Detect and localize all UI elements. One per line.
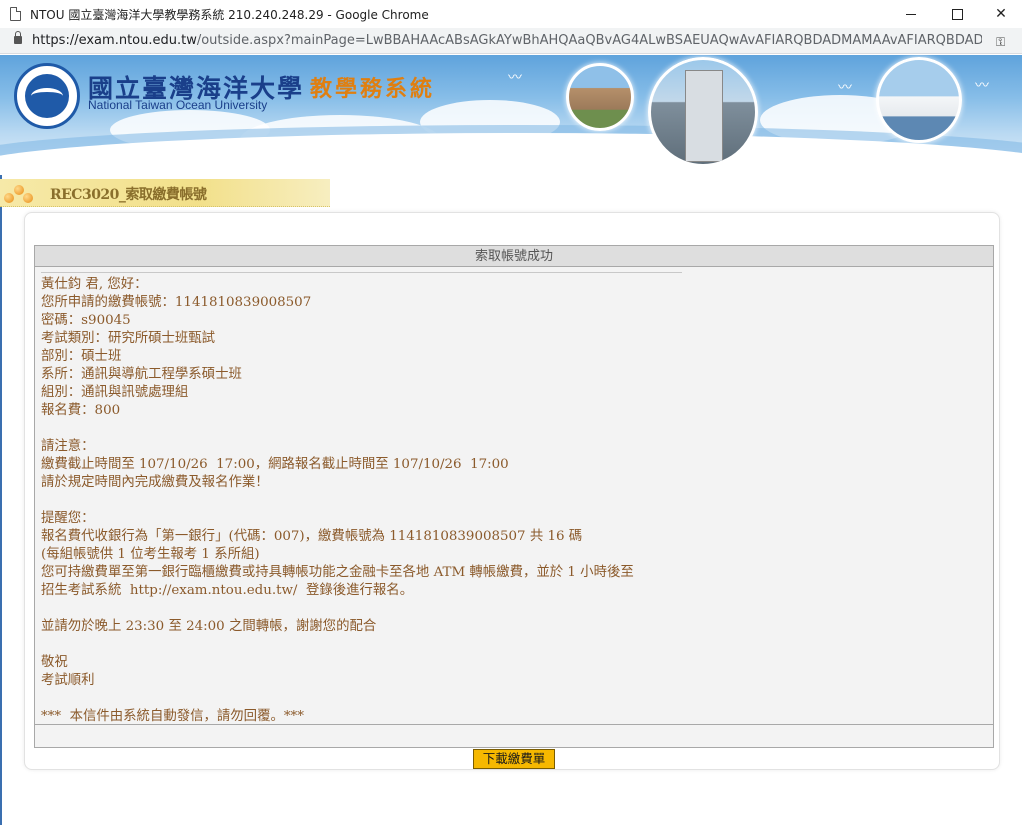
page: 國立臺灣海洋大學 National Taiwan Ocean Universit…: [0, 55, 1022, 825]
browser-title-bar: NTOU 國立臺灣海洋大學教學務系統 210.240.248.29 - Goog…: [0, 0, 1022, 28]
result-header: 索取帳號成功: [35, 246, 993, 267]
minimize-icon[interactable]: [888, 0, 934, 28]
message-line: 部別：碩士班: [41, 349, 122, 364]
message-line: 考試順利: [41, 673, 95, 688]
result-body: 黃仕鈞 君, 您好： 您所申請的繳費帳號：1141810839008507 密碼：s…: [35, 268, 993, 725]
message-line: 黃仕鈞 君, 您好：: [41, 277, 148, 292]
message-line: 招生考試系統 http://exam.ntou.edu.tw/ 登錄後進行報名。: [41, 583, 414, 598]
system-name: 教學務系統: [310, 76, 436, 102]
message-line: 敬祝: [41, 655, 68, 670]
url-path: /outside.aspx?mainPage=LwBBAHAAcABsAGkAY…: [196, 33, 982, 48]
page-title: REC3020_索取繳費帳號: [50, 187, 207, 203]
lock-icon[interactable]: [14, 31, 22, 44]
page-icon: [10, 7, 21, 21]
university-logo: [14, 63, 80, 129]
message-line: [41, 600, 701, 618]
window-title: NTOU 國立臺灣海洋大學教學務系統 210.240.248.29 - Goog…: [30, 8, 429, 22]
message-line: 組別：通訊與訊號處理組: [41, 385, 189, 400]
download-bill-button[interactable]: 下載繳費單: [473, 749, 555, 769]
address-bar[interactable]: https://exam.ntou.edu.tw/outside.aspx?ma…: [0, 28, 1022, 54]
message-line: 您所申請的繳費帳號：1141810839008507: [41, 295, 312, 310]
message-line: 您可持繳費單至第一銀行臨櫃繳費或持具轉帳功能之金融卡至各地 ATM 轉帳繳費，並…: [41, 565, 634, 580]
close-icon[interactable]: ✕: [978, 0, 1022, 28]
header-banner: 國立臺灣海洋大學 National Taiwan Ocean Universit…: [0, 55, 1022, 175]
message-line: 報名費代收銀行為「第一銀行」(代碼：007)，繳費帳號為 11418108390…: [41, 529, 583, 544]
message-line: *** 本信件由系統自動發信，請勿回覆。***: [41, 709, 304, 724]
message-line: [41, 636, 701, 654]
research-ship-photo: [876, 57, 962, 143]
url-host: https://exam.ntou.edu.tw: [32, 33, 197, 48]
message-line: 報名費：800: [41, 403, 121, 418]
message-line: [41, 420, 701, 438]
maximize-icon[interactable]: [934, 0, 980, 28]
campus-building-photo: [566, 63, 634, 131]
molecule-icon: [4, 183, 34, 205]
message-line: 考試類別：研究所碩士班甄試: [41, 331, 216, 346]
message-line: [41, 690, 701, 708]
message-line: 並請勿於晚上 23:30 至 24:00 之間轉帳，謝謝您的配合: [41, 619, 377, 634]
message-line: 繳費截止時間至 107/10/26 17:00，網路報名截止時間至 107/10…: [41, 457, 509, 472]
result-table: 索取帳號成功 黃仕鈞 君, 您好： 您所申請的繳費帳號：1141810839008…: [34, 245, 994, 748]
url-text[interactable]: https://exam.ntou.edu.tw/outside.aspx?ma…: [32, 33, 982, 48]
message-line: 密碼：s90045: [41, 313, 131, 328]
message-line: 請於規定時間內完成繳費及報名作業！: [41, 475, 269, 490]
message-line: 系所：通訊與導航工程學系碩士班: [41, 367, 242, 382]
university-name-en: National Taiwan Ocean University: [88, 98, 268, 112]
seagull-icon: 〰: [975, 78, 989, 94]
result-message: 黃仕鈞 君, 您好： 您所申請的繳費帳號：1141810839008507 密碼：s…: [41, 276, 701, 726]
campus-gate-photo: [648, 57, 758, 167]
message-line: 請注意：: [41, 439, 95, 454]
message-line: 提醒您：: [41, 511, 95, 526]
divider: [41, 272, 682, 273]
seagull-icon: 〰: [838, 80, 852, 96]
message-line: (每組帳號供 1 位考生報考 1 系所組): [41, 547, 260, 562]
seagull-icon: 〰: [508, 70, 522, 86]
message-line: [41, 492, 701, 510]
key-icon[interactable]: ⚿: [996, 35, 1005, 50]
content-panel: 索取帳號成功 黃仕鈞 君, 您好： 您所申請的繳費帳號：1141810839008…: [24, 212, 1000, 770]
page-title-bar: REC3020_索取繳費帳號: [0, 179, 330, 207]
